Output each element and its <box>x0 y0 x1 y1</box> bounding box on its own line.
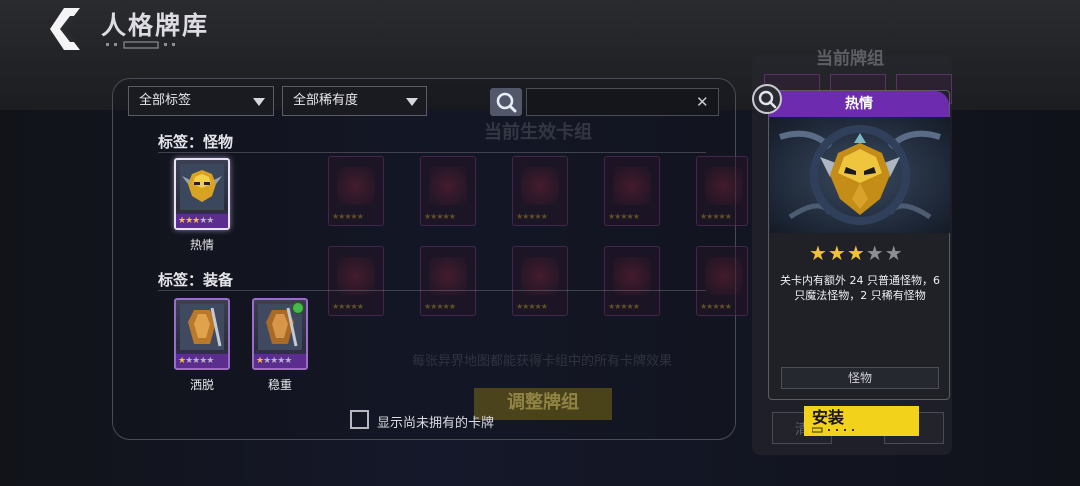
detail-title: 热情 <box>769 91 949 117</box>
tag-filter-dropdown[interactable]: 全部标签 <box>128 86 274 116</box>
page-title: 人格牌库 <box>101 11 210 40</box>
rarity-filter-dropdown[interactable]: 全部稀有度 <box>282 86 427 116</box>
clear-x-icon[interactable]: ✕ <box>696 93 709 111</box>
active-deck-slot: ★★★★★ <box>512 156 568 226</box>
adjust-deck-button: 调整牌组 <box>474 388 612 420</box>
active-deck-slot: ★★★★★ <box>604 156 660 226</box>
magnify-button[interactable] <box>752 84 782 114</box>
install-label: 安装 <box>812 408 845 427</box>
tag-filter-value: 全部标签 <box>139 93 192 108</box>
section-divider <box>158 152 706 153</box>
active-deck-slot: ★★★★★ <box>328 156 384 226</box>
deck-title: 当前牌组 <box>816 49 884 69</box>
chevron-down-icon <box>253 98 265 106</box>
detail-tag: 怪物 <box>781 367 939 389</box>
active-deck-slot: ★★★★★ <box>420 246 476 316</box>
card-free-spirit[interactable]: ★★★★★ <box>174 298 230 370</box>
active-deck-slot: ★★★★★ <box>696 246 748 316</box>
rarity-filter-value: 全部稀有度 <box>293 93 359 108</box>
active-deck-slot: ★★★★★ <box>420 156 476 226</box>
active-deck-slot: ★★★★★ <box>604 246 660 316</box>
section-label-monster: 标签：怪物 <box>158 133 234 151</box>
back-button[interactable] <box>50 6 92 52</box>
back-chevron-icon <box>50 8 80 50</box>
card-name: 热情 <box>189 238 214 252</box>
title-decoration <box>106 41 175 49</box>
card-stars: ★★★★★ <box>256 356 292 366</box>
card-steady[interactable]: ★★★★★ <box>252 298 308 370</box>
section-label-equipment: 标签：装备 <box>158 271 234 289</box>
detail-art <box>770 117 950 233</box>
search-button[interactable] <box>490 88 522 116</box>
install-decoration <box>812 427 854 433</box>
card-detail-popup: 热情 ★★★★★ 关卡内有额外 24 只普通怪物，6 只魔法怪物，2 只稀有怪物… <box>768 90 950 400</box>
active-deck-slot: ★★★★★ <box>696 156 748 226</box>
section-divider <box>158 290 706 291</box>
show-unowned-checkbox[interactable] <box>350 410 369 429</box>
active-deck-slot: ★★★★★ <box>328 246 384 316</box>
mask-art-icon <box>180 164 224 210</box>
mask-art-icon <box>779 125 941 225</box>
card-passion[interactable]: ★★★★★ <box>174 158 230 230</box>
active-deck-title: 当前生效卡组 <box>484 122 592 143</box>
search-icon <box>496 92 517 113</box>
card-name: 稳重 <box>267 378 292 392</box>
card-stars: ★★★★★ <box>178 356 214 366</box>
card-stars: ★★★★★ <box>178 216 214 226</box>
new-badge <box>292 302 304 314</box>
card-name: 洒脱 <box>189 378 214 392</box>
armor-art-icon <box>180 304 224 350</box>
active-deck-description: 每张异界地图都能获得卡组中的所有卡牌效果 <box>412 354 673 369</box>
search-input[interactable] <box>526 88 719 116</box>
detail-description: 关卡内有额外 24 只普通怪物，6 只魔法怪物，2 只稀有怪物 <box>780 274 940 302</box>
active-deck-slot: ★★★★★ <box>512 246 568 316</box>
detail-stars: ★★★★★ <box>809 241 904 265</box>
show-unowned-label: 显示尚未拥有的卡牌 <box>377 416 495 431</box>
chevron-down-icon <box>406 98 418 106</box>
magnify-icon <box>758 90 777 109</box>
